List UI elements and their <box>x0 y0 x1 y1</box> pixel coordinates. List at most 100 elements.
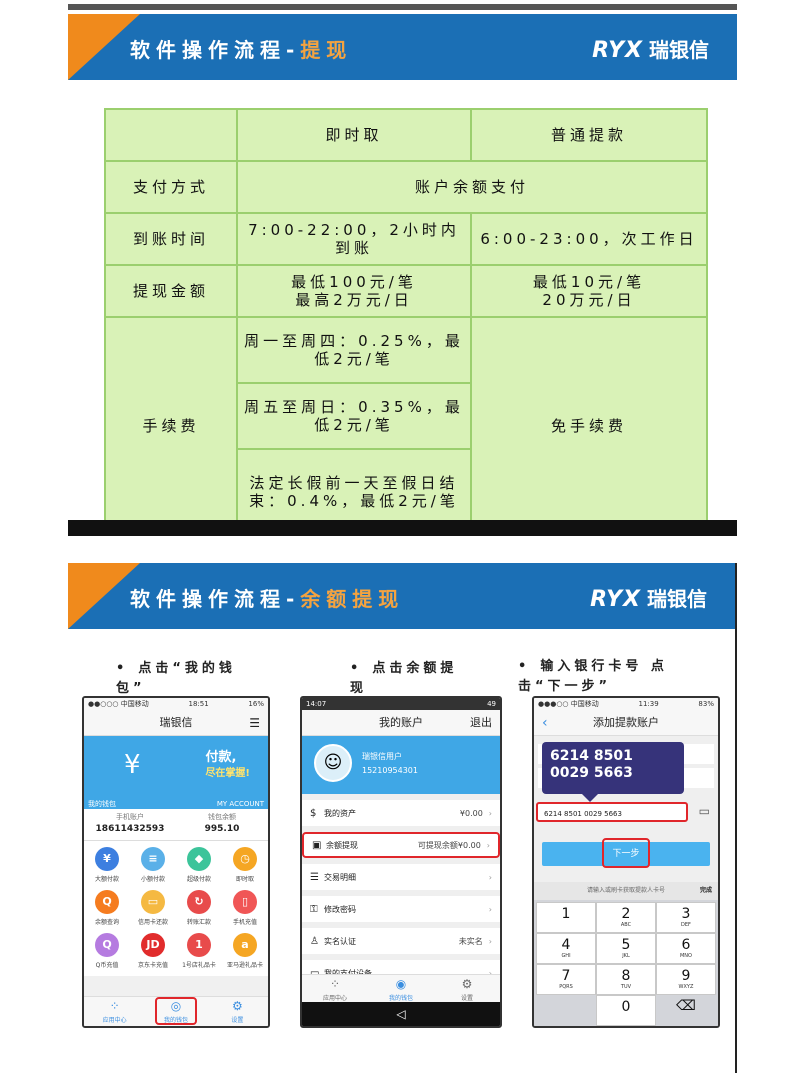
step-1-text: • 点击“我的钱包” <box>116 659 236 699</box>
keypad-key[interactable]: 5 JKL <box>595 933 656 964</box>
tab-settings[interactable]: ⚙ 设置 <box>207 997 268 1026</box>
function-item[interactable]: Q Q币充值 <box>84 931 130 974</box>
tab-settings[interactable]: ⚙ 设置 <box>434 975 500 1002</box>
tab-my-wallet[interactable]: ◉ 我的钱包 <box>368 975 434 1002</box>
label-fee: 手续费 <box>104 316 238 536</box>
key-number: 9 <box>681 968 691 984</box>
label-amount: 提现金额 <box>104 264 238 318</box>
keypad-key[interactable]: 7 PQRS <box>536 964 596 995</box>
key-letters: MNO <box>679 953 692 959</box>
clock: 11:39 <box>638 700 659 708</box>
list-item[interactable]: ⚿ 修改密码 › <box>302 896 500 922</box>
keypad-key[interactable] <box>536 995 596 1026</box>
tab-app-center[interactable]: ⁘ 应用中心 <box>84 997 145 1026</box>
keypad-key[interactable]: 2 ABC <box>595 902 656 933</box>
bullet-dot: • <box>350 661 363 676</box>
function-item[interactable]: ↻ 转账汇款 <box>176 888 222 931</box>
keypad-key[interactable]: 4 GHI <box>536 933 596 964</box>
status-bar: ●●○○○ 中国移动 18:51 16% <box>84 698 268 710</box>
back-chevron-icon[interactable]: ‹ <box>542 710 548 736</box>
tab-label: 设置 <box>231 1017 244 1024</box>
keypad-key[interactable]: 6 MNO <box>655 933 716 964</box>
list-item[interactable]: ▣ 余额提现 可提现余额¥0.00 › <box>302 832 500 858</box>
card-number-input[interactable]: 6214 8501 0029 5663 <box>536 802 688 822</box>
keypad-key[interactable]: 1 <box>536 902 596 933</box>
function-item[interactable]: 1 1号店礼品卡 <box>176 931 222 974</box>
nav-title: 我的账户 <box>379 716 423 729</box>
top-divider <box>68 4 737 10</box>
card-number-tooltip: 6214 8501 0029 5663 <box>542 742 684 802</box>
function-item[interactable]: ◷ 即时取 <box>222 845 268 888</box>
function-label: 京东卡充值 <box>137 962 168 969</box>
wallet-label: 我的钱包 <box>88 799 116 808</box>
keypad-key[interactable]: 8 TUV <box>595 964 656 995</box>
row-icon: ☰ <box>310 871 319 883</box>
list-item[interactable]: $ 我的资产 ¥0.00 › <box>302 800 500 826</box>
keypad-key[interactable]: ⌫ <box>656 995 716 1026</box>
keypad-key[interactable]: 0 <box>595 995 656 1026</box>
clock: 18:51 <box>188 700 209 708</box>
header-banner: 软件操作流程-提现 RYX 瑞银信 <box>68 14 737 80</box>
wallet-label-en: MY ACCOUNT <box>216 799 264 808</box>
function-icon: ¥ <box>95 847 119 871</box>
promo-line-2: 尽在掌握! <box>205 768 250 779</box>
function-label: 亚马逊礼品卡 <box>226 962 263 969</box>
function-label: 转账汇款 <box>186 919 211 926</box>
function-icon: ▭ <box>141 890 165 914</box>
title-main: 软件操作流程 <box>130 587 286 611</box>
list-item[interactable]: ♙ 实名认证 未实名 › <box>302 928 500 954</box>
wallet-icon: ◉ <box>395 977 407 991</box>
logout-button[interactable]: 退出 <box>470 710 492 736</box>
function-label: 1号店礼品卡 <box>182 962 216 969</box>
fee-normal: 免手续费 <box>470 316 708 536</box>
status-bar: ●●●○○ 中国移动 11:39 83% <box>534 698 718 710</box>
keypad-key[interactable]: 3 DEF <box>655 902 716 933</box>
key-number: 5 <box>621 937 631 953</box>
function-item[interactable]: Q 余额查询 <box>84 888 130 931</box>
function-item[interactable]: ¥ 大额付款 <box>84 845 130 888</box>
numeric-keypad: 1 2 ABC 3 DEF 4 GHI 5 JKL 6 MNO 7 PQRS 8 TUV 9 WXYZ 0 ⌫ <box>534 900 718 1026</box>
slide-balance-withdraw: 软件操作流程-余额提现 RYX 瑞银信 • 点击“我的钱包” • 点击余额提现 • 输入… <box>68 563 737 1073</box>
keypad-key[interactable]: 9 WXYZ <box>655 964 716 995</box>
function-item[interactable]: ▭ 信用卡还款 <box>130 888 176 931</box>
status-bar: 14:07 49 <box>302 698 500 710</box>
function-item[interactable]: ◆ 超级付款 <box>176 845 222 888</box>
phone-account-label: 手机账户 <box>116 813 144 821</box>
title-sub: 提现 <box>300 38 353 62</box>
nav-bar: 我的账户 退出 <box>302 710 500 736</box>
list-item[interactable]: ☰ 交易明细 › <box>302 864 500 890</box>
key-number: 4 <box>561 937 571 953</box>
key-number: 8 <box>621 968 631 984</box>
carrier: ●●○○○ 中国移动 <box>88 700 149 708</box>
chevron-right-icon: › <box>488 936 492 946</box>
done-button[interactable]: 完成 <box>700 882 712 900</box>
slide-withdraw-fees: 软件操作流程-提现 RYX 瑞银信 即时取 普通提款 支付方式 账户余额支付 到账… <box>68 4 737 536</box>
title-dash: - <box>286 38 301 62</box>
header-normal: 普通提款 <box>470 108 708 162</box>
battery: 49 <box>487 700 496 708</box>
table-row: 到账时间 7:00-22:00，2小时内到账 6:00-23:00，次工作日 <box>104 212 708 266</box>
function-item[interactable]: JD 京东卡充值 <box>130 931 176 974</box>
key-number: ⌫ <box>676 998 696 1014</box>
amount-normal-min: 最低10元/笔 <box>532 273 646 291</box>
clock: 14:07 <box>306 700 327 708</box>
brand-name: 瑞银信 <box>649 38 709 62</box>
gear-icon: ⚙ <box>461 977 473 991</box>
tab-app-center[interactable]: ⁘ 应用中心 <box>302 975 368 1002</box>
tab-my-wallet[interactable]: ◎ 我的钱包 <box>145 997 206 1026</box>
function-item[interactable]: ▯ 手机充值 <box>222 888 268 931</box>
card-icon[interactable]: ▭ <box>699 804 710 818</box>
message-icon[interactable]: ☰ <box>249 710 260 736</box>
promo-banner[interactable]: ¥ 付款, 尽在掌握! <box>84 736 268 798</box>
chevron-right-icon: › <box>486 840 490 850</box>
row-label: 余额提现 <box>326 840 358 850</box>
key-letters: GHI <box>561 953 571 959</box>
title-dash: - <box>286 587 301 611</box>
function-item[interactable]: ≡ 小额付款 <box>130 845 176 888</box>
tab-bar: ⁘ 应用中心 ◉ 我的钱包 ⚙ 设置 <box>302 974 500 1002</box>
back-icon[interactable]: ◁ <box>396 1007 405 1021</box>
tab-label: 设置 <box>460 995 473 1002</box>
brand-name: 瑞银信 <box>647 587 707 611</box>
battery: 83% <box>698 700 714 708</box>
function-item[interactable]: a 亚马逊礼品卡 <box>222 931 268 974</box>
